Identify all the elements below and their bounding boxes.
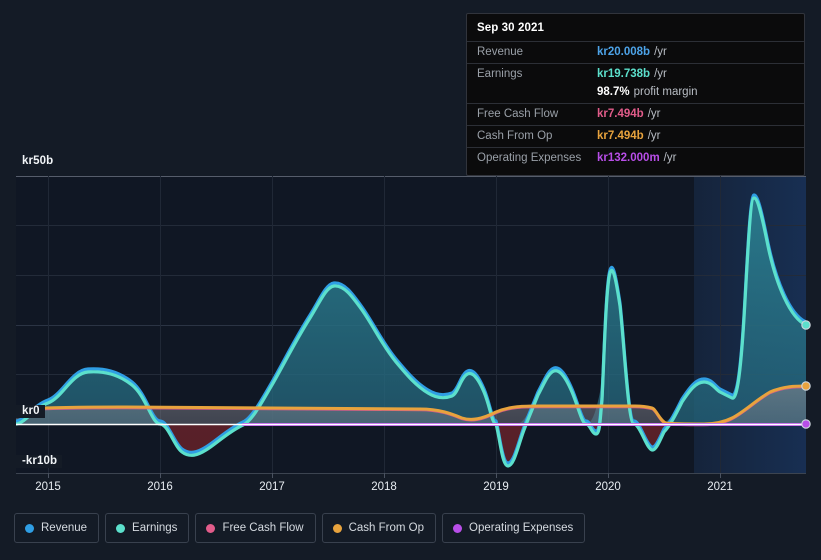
legend-label-earnings: Earnings [132, 522, 178, 534]
revenue-color-dot [25, 523, 34, 533]
legend-item-operating-expenses[interactable]: Operating Expenses [442, 513, 586, 543]
tooltip-row-cash-from-op: Cash From Op kr7.494b /yr [467, 125, 804, 147]
plot-background [16, 176, 806, 473]
tooltip-label-operating-expenses: Operating Expenses [477, 152, 582, 164]
legend-label-free-cash-flow: Free Cash Flow [222, 522, 304, 534]
tooltip-value-operating-expenses: kr132.000m [597, 152, 660, 164]
tooltip-row-revenue: Revenue kr20.008b /yr [467, 41, 804, 63]
cash-from-op-endpoint-dot [801, 381, 811, 391]
x-axis-label-2019: 2019 [483, 481, 509, 493]
earnings-color-dot [116, 523, 126, 533]
tooltip-row-profit-margin: 98.7% profit margin [467, 85, 804, 103]
financial-chart-page: kr50b kr0 -kr10b 2015 2016 2017 2018 201… [0, 0, 821, 560]
tooltip-suffix-free-cash-flow: /yr [647, 108, 661, 120]
tooltip-label-cash-from-op: Cash From Op [477, 130, 553, 142]
operating-expenses-color-dot [453, 523, 463, 533]
chart-tooltip: Sep 30 2021 Revenue kr20.008b /yr Earnin… [466, 13, 805, 176]
operating-expenses-endpoint-dot [801, 419, 811, 429]
x-axis-label-2021: 2021 [707, 481, 733, 493]
x-axis-label-2017: 2017 [259, 481, 285, 493]
cash-from-op-color-dot [332, 523, 342, 533]
y-axis-label-bottom: -kr10b [14, 455, 63, 468]
tooltip-value-earnings: kr19.738b [597, 68, 651, 80]
legend-label-revenue: Revenue [41, 522, 88, 534]
x-axis-label-2015: 2015 [35, 481, 61, 493]
earnings-endpoint-dot [801, 320, 811, 330]
tooltip-value-revenue: kr20.008b [597, 46, 651, 58]
y-axis-label-top: kr50b [14, 155, 59, 168]
x-axis-label-2018: 2018 [371, 481, 397, 493]
y-axis-label-zero: kr0 [14, 405, 45, 418]
legend-item-earnings[interactable]: Earnings [105, 513, 190, 543]
tooltip-value-cash-from-op: kr7.494b [597, 130, 644, 142]
tooltip-date: Sep 30 2021 [477, 22, 544, 34]
tooltip-row-earnings: Earnings kr19.738b /yr [467, 63, 804, 85]
chart-legend: Revenue Earnings Free Cash Flow Cash Fro… [14, 513, 586, 543]
tooltip-value-profit-margin: 98.7% [597, 86, 630, 98]
tooltip-value-free-cash-flow: kr7.494b [597, 108, 644, 120]
legend-item-cash-from-op[interactable]: Cash From Op [321, 513, 437, 543]
legend-item-revenue[interactable]: Revenue [14, 513, 100, 543]
tooltip-row-operating-expenses: Operating Expenses kr132.000m /yr [467, 147, 804, 169]
tooltip-suffix-profit-margin: profit margin [633, 86, 698, 98]
x-axis-label-2016: 2016 [147, 481, 173, 493]
tooltip-suffix-earnings: /yr [654, 68, 667, 80]
tooltip-suffix-revenue: /yr [654, 46, 667, 58]
tooltip-label-free-cash-flow: Free Cash Flow [477, 108, 559, 120]
tooltip-suffix-operating-expenses: /yr [663, 152, 677, 164]
legend-label-operating-expenses: Operating Expenses [469, 522, 574, 534]
tooltip-label-earnings: Earnings [477, 68, 523, 80]
tooltip-label-revenue: Revenue [477, 46, 524, 58]
tooltip-row-free-cash-flow: Free Cash Flow kr7.494b /yr [467, 103, 804, 125]
legend-label-cash-from-op: Cash From Op [348, 522, 425, 534]
free-cash-flow-color-dot [206, 523, 216, 533]
legend-item-free-cash-flow[interactable]: Free Cash Flow [195, 513, 316, 543]
tooltip-suffix-cash-from-op: /yr [647, 130, 661, 142]
x-axis-label-2020: 2020 [595, 481, 621, 493]
